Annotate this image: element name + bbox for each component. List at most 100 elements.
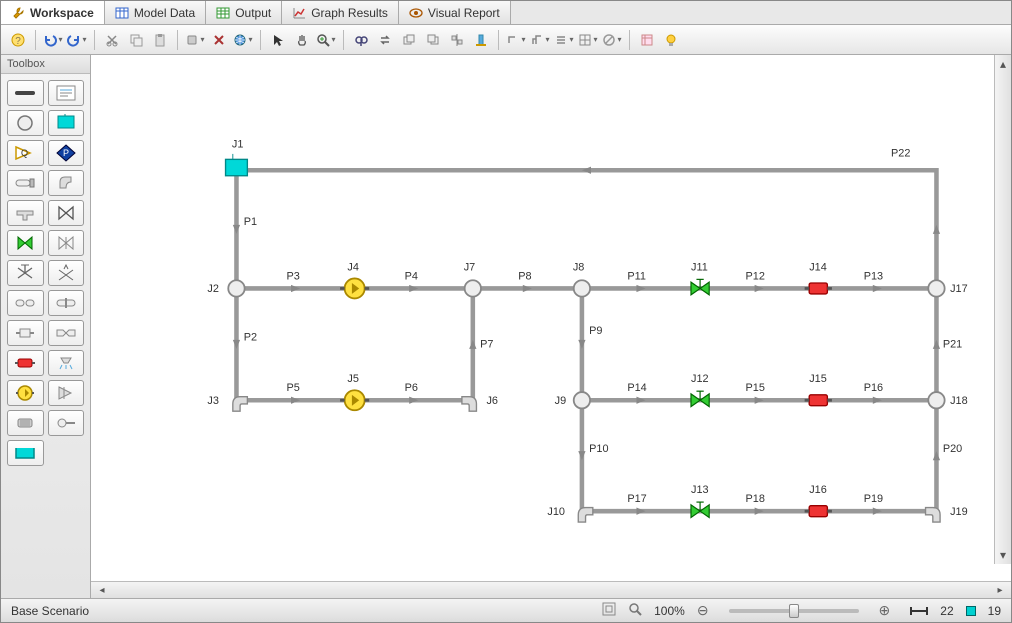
tool-general[interactable] bbox=[7, 410, 44, 436]
tab-workspace[interactable]: Workspace bbox=[1, 1, 105, 24]
svg-text:P: P bbox=[63, 148, 69, 158]
junction-J7[interactable]: J7 bbox=[464, 261, 481, 296]
junction-J15[interactable]: J15 bbox=[805, 373, 832, 406]
tool-branch[interactable] bbox=[7, 110, 44, 136]
pointer-icon[interactable] bbox=[267, 29, 289, 51]
junction-label-J9: J9 bbox=[555, 395, 567, 407]
tool-tank-open[interactable] bbox=[7, 440, 44, 466]
junction-J8[interactable]: J8 bbox=[573, 261, 590, 296]
junction-J14[interactable]: J14 bbox=[805, 261, 832, 294]
pipe-label-P11: P11 bbox=[627, 270, 646, 282]
zoom-out-button[interactable]: ⊖ bbox=[697, 602, 709, 619]
tool-area[interactable] bbox=[7, 290, 44, 316]
pipe-label-P21: P21 bbox=[943, 339, 962, 351]
layer2-icon[interactable] bbox=[422, 29, 444, 51]
copy-icon[interactable] bbox=[125, 29, 147, 51]
redo-button[interactable] bbox=[66, 29, 88, 51]
pipe-label-P1: P1 bbox=[244, 216, 257, 228]
paste-icon[interactable] bbox=[149, 29, 171, 51]
junction-J19[interactable]: J19 bbox=[926, 506, 968, 522]
junction-label-J14: J14 bbox=[809, 261, 827, 273]
tool-valve[interactable] bbox=[48, 200, 85, 226]
tool-spray[interactable] bbox=[48, 350, 85, 376]
fit-icon[interactable] bbox=[602, 602, 616, 619]
tool-relief[interactable] bbox=[48, 260, 85, 286]
sep bbox=[177, 30, 178, 50]
bulb-icon[interactable] bbox=[660, 29, 682, 51]
delete-button[interactable] bbox=[184, 29, 206, 51]
sep bbox=[343, 30, 344, 50]
scroll-up-icon[interactable]: ▴ bbox=[1000, 57, 1006, 71]
junction-J17[interactable]: J17 bbox=[928, 280, 967, 296]
junction-J3[interactable]: J3 bbox=[207, 395, 247, 411]
scroll-right-icon[interactable]: ▸ bbox=[993, 585, 1007, 596]
rotate-icon[interactable] bbox=[505, 29, 527, 51]
tool-tee[interactable] bbox=[7, 200, 44, 226]
workspace-canvas[interactable]: J1J2J3J4J5J6J7J8J9J10J11J12J13J14J15J16J… bbox=[91, 55, 1011, 581]
horizontal-scrollbar[interactable]: ◂ ▸ bbox=[91, 581, 1011, 598]
tab-graph-results[interactable]: Graph Results bbox=[282, 1, 399, 24]
tool-venturi[interactable] bbox=[48, 320, 85, 346]
align-icon[interactable] bbox=[446, 29, 468, 51]
tool-threeway[interactable] bbox=[7, 260, 44, 286]
scroll-down-icon[interactable]: ▾ bbox=[1000, 548, 1006, 562]
find-icon[interactable] bbox=[350, 29, 372, 51]
toolbox-grid: Q P bbox=[1, 74, 90, 472]
scenario-label: Base Scenario bbox=[11, 604, 89, 618]
pipe-label-P12: P12 bbox=[746, 270, 765, 282]
tool-pump[interactable] bbox=[7, 380, 44, 406]
pipe-P22[interactable] bbox=[236, 170, 936, 288]
tool-assigned-pressure[interactable]: P bbox=[48, 140, 85, 166]
scroll-left-icon[interactable]: ◂ bbox=[95, 585, 109, 596]
tool-heatex[interactable] bbox=[7, 350, 44, 376]
wrench-icon bbox=[11, 6, 25, 20]
tool-separator[interactable] bbox=[48, 410, 85, 436]
junction-J4[interactable]: J4 bbox=[340, 261, 369, 298]
tool-screen[interactable] bbox=[7, 320, 44, 346]
pipe-label-P2: P2 bbox=[244, 331, 257, 343]
junction-J16[interactable]: J16 bbox=[805, 484, 832, 517]
swap-icon[interactable] bbox=[374, 29, 396, 51]
junction-J9[interactable]: J9 bbox=[555, 392, 590, 408]
list-icon[interactable] bbox=[553, 29, 575, 51]
grid-icon[interactable] bbox=[577, 29, 599, 51]
zoom-slider[interactable] bbox=[729, 609, 859, 613]
disable-icon[interactable] bbox=[601, 29, 623, 51]
vertical-scrollbar[interactable]: ▴ ▾ bbox=[994, 55, 1011, 564]
junction-J10[interactable]: J10 bbox=[547, 506, 592, 522]
tool-elbow[interactable] bbox=[48, 170, 85, 196]
junction-J18[interactable]: J18 bbox=[928, 392, 967, 408]
wizard-icon[interactable] bbox=[470, 29, 492, 51]
junction-J6[interactable]: J6 bbox=[462, 395, 498, 411]
cut-icon[interactable] bbox=[101, 29, 123, 51]
junction-J2[interactable]: J2 bbox=[207, 280, 244, 296]
tab-visual-report[interactable]: Visual Report bbox=[399, 1, 511, 24]
pipe-count-icon bbox=[910, 604, 928, 618]
tab-model-data[interactable]: Model Data bbox=[105, 1, 206, 24]
tool-orifice[interactable] bbox=[48, 290, 85, 316]
tool-control-valve[interactable] bbox=[7, 230, 44, 256]
zoom-thumb[interactable] bbox=[789, 604, 799, 618]
help-icon[interactable]: ? bbox=[7, 29, 29, 51]
layer-icon[interactable] bbox=[398, 29, 420, 51]
junction-J5[interactable]: J5 bbox=[340, 373, 369, 410]
tool-deadend[interactable] bbox=[7, 170, 44, 196]
props-icon[interactable] bbox=[636, 29, 658, 51]
close-icon[interactable] bbox=[208, 29, 230, 51]
pan-icon[interactable] bbox=[291, 29, 313, 51]
svg-text:Q: Q bbox=[21, 148, 28, 158]
junction-J1[interactable]: J1 bbox=[226, 139, 248, 176]
tool-annotation[interactable] bbox=[48, 80, 85, 106]
undo-button[interactable] bbox=[42, 29, 64, 51]
tool-pipe[interactable] bbox=[7, 80, 44, 106]
tool-reservoir[interactable] bbox=[48, 110, 85, 136]
tool-compressor[interactable] bbox=[48, 380, 85, 406]
zoom-in-button[interactable]: ⊕ bbox=[879, 602, 891, 619]
tab-output[interactable]: Output bbox=[206, 1, 282, 24]
scale-icon[interactable] bbox=[529, 29, 551, 51]
tool-check-valve[interactable] bbox=[48, 230, 85, 256]
pipe-label-P18: P18 bbox=[746, 493, 765, 505]
globe-icon[interactable] bbox=[232, 29, 254, 51]
tool-assigned-flow[interactable]: Q bbox=[7, 140, 44, 166]
zoom-icon[interactable] bbox=[315, 29, 337, 51]
